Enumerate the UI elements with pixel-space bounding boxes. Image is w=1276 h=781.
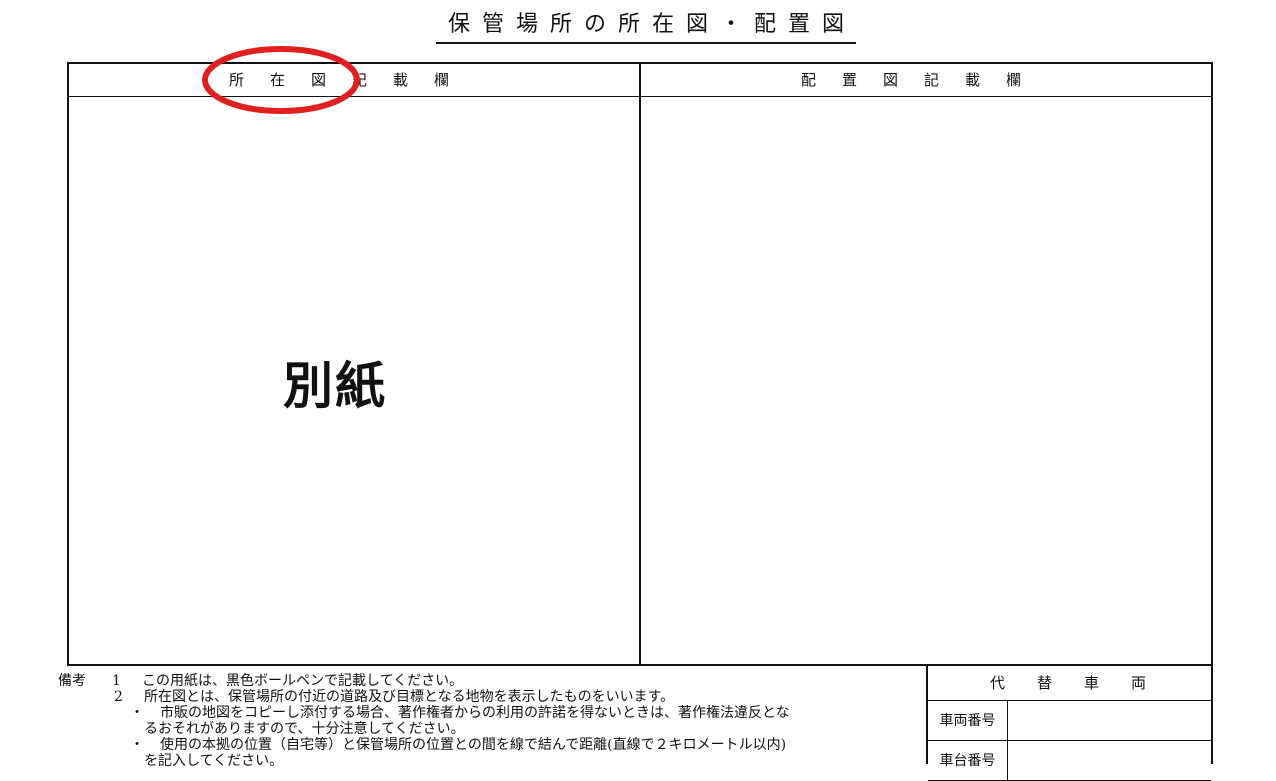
notes-line-3: ・市販の地図をコピーし添付する場合、著作権者からの利用の許諾を得ないときは、著作… [58,705,924,721]
notes-text: 使用の本拠の位置（自宅等）と保管場所の位置との間を線で結んで距離(直線で２キロメ… [160,737,787,753]
notes-line-1: 備考 1 この用紙は、黒色ボールペンで記載してください。 [58,673,924,689]
notes-line-5: ・使用の本拠の位置（自宅等）と保管場所の位置との間を線で結んで距離(直線で２キロ… [58,737,924,753]
notes-line-6: を記入してください。 [58,753,924,769]
red-circle-annotation-ellipse [202,46,360,114]
attachment-label: 別紙 [283,357,387,415]
vehicle-number-row: 車両番号 [928,701,1211,741]
notes-line-2: 2 所在図とは、保管場所の付近の道路及び目標となる地物を表示したものをいいます。 [58,689,924,705]
document-title: 保管場所の所在図・配置図 [0,10,1276,44]
substitute-vehicle-table: 代替車両 車両番号 車台番号 [926,666,1213,781]
chassis-number-row: 車台番号 [928,741,1211,781]
document-title-text: 保管場所の所在図・配置図 [435,10,856,44]
notes-bullet: ・ [130,737,144,753]
location-map-panel: 所在図記載欄 別紙 [69,64,641,664]
layout-map-header: 配置図記載欄 [641,64,1211,97]
notes-bullet: ・ [130,705,144,721]
red-circle-annotation [202,46,360,114]
map-form-frame: 所在図記載欄 別紙 配置図記載欄 [67,62,1213,666]
vehicle-number-label: 車両番号 [928,701,1008,740]
chassis-number-label: 車台番号 [928,741,1008,780]
notes-text: を記入してください。 [144,753,284,769]
substitute-vehicle-header: 代替車両 [928,666,1211,701]
layout-map-panel: 配置図記載欄 [641,64,1211,664]
notes-text: 所在図とは、保管場所の付近の道路及び目標となる地物を表示したものをいいます。 [144,689,675,705]
notes-number: 1 [112,673,121,689]
notes-number: 2 [114,689,123,705]
notes-text: るおそれがありますので、十分注意してください。 [144,721,465,737]
notes-heading: 備考 [58,673,86,689]
notes-text: 市販の地図をコピーし添付する場合、著作権者からの利用の許諾を得ないときは、著作権… [160,705,790,721]
notes-text: この用紙は、黒色ボールペンで記載してください。 [142,673,464,689]
notes-section: 備考 1 この用紙は、黒色ボールペンで記載してください。 2 所在図とは、保管場所の付… [58,673,924,769]
notes-line-4: るおそれがありますので、十分注意してください。 [58,721,924,737]
